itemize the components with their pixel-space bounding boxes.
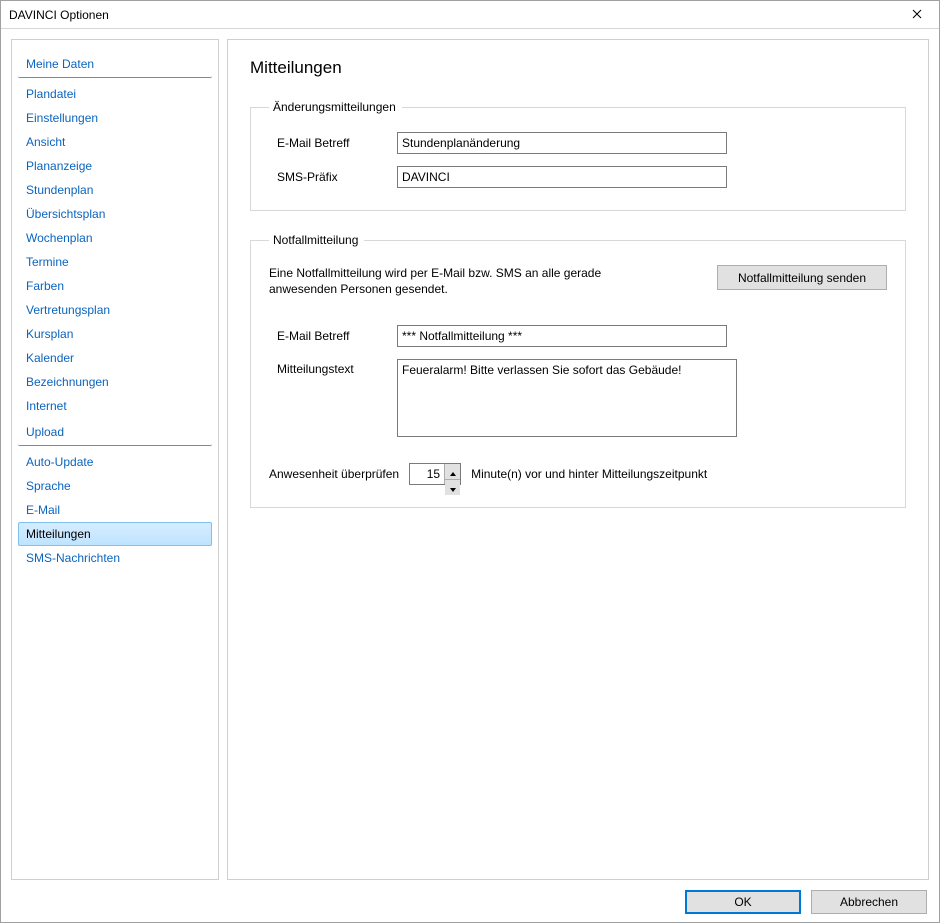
attendance-minutes-input[interactable]	[410, 464, 444, 484]
emergency-notification-group: Notfallmitteilung Eine Notfallmitteilung…	[250, 233, 906, 508]
sidebar-item-sms-nachrichten[interactable]: SMS-Nachrichten	[18, 546, 212, 570]
sidebar-item-auto-update[interactable]: Auto-Update	[18, 450, 212, 474]
sidebar-item-upload[interactable]: Upload	[18, 420, 212, 446]
spinner-up-button[interactable]	[445, 464, 460, 480]
attendance-check-label: Anwesenheit überprüfen	[269, 467, 399, 481]
close-icon	[912, 8, 922, 22]
emergency-message-label: Mitteilungstext	[269, 359, 397, 376]
sidebar-item-wochenplan[interactable]: Wochenplan	[18, 226, 212, 250]
sidebar-item-uebersichtsplan[interactable]: Übersichtsplan	[18, 202, 212, 226]
emergency-note-text: Eine Notfallmitteilung wird per E-Mail b…	[269, 265, 649, 297]
sidebar-item-termine[interactable]: Termine	[18, 250, 212, 274]
sidebar-header-meine-daten: Meine Daten	[18, 52, 212, 78]
titlebar: DAVINCI Optionen	[1, 1, 939, 29]
emergency-notification-legend: Notfallmitteilung	[269, 233, 364, 247]
options-window: DAVINCI Optionen Meine Daten Plandatei E…	[0, 0, 940, 923]
emergency-message-textarea[interactable]	[397, 359, 737, 437]
change-sms-prefix-input[interactable]	[397, 166, 727, 188]
close-button[interactable]	[895, 1, 939, 29]
emergency-email-subject-label: E-Mail Betreff	[269, 329, 397, 343]
sidebar-item-vertretungsplan[interactable]: Vertretungsplan	[18, 298, 212, 322]
spinner-down-button[interactable]	[445, 480, 460, 495]
sidebar-item-bezeichnungen[interactable]: Bezeichnungen	[18, 370, 212, 394]
change-email-subject-label: E-Mail Betreff	[269, 136, 397, 150]
sidebar: Meine Daten Plandatei Einstellungen Ansi…	[11, 39, 219, 880]
sidebar-item-farben[interactable]: Farben	[18, 274, 212, 298]
sidebar-item-internet[interactable]: Internet	[18, 394, 212, 418]
change-sms-prefix-label: SMS-Präfix	[269, 170, 397, 184]
change-email-subject-input[interactable]	[397, 132, 727, 154]
change-notifications-group: Änderungsmitteilungen E-Mail Betreff SMS…	[250, 100, 906, 211]
sidebar-item-plandatei[interactable]: Plandatei	[18, 82, 212, 106]
sidebar-item-plananzeige[interactable]: Plananzeige	[18, 154, 212, 178]
main-area: Meine Daten Plandatei Einstellungen Ansi…	[11, 39, 929, 880]
sidebar-item-einstellungen[interactable]: Einstellungen	[18, 106, 212, 130]
chevron-down-icon	[450, 480, 456, 495]
sidebar-item-mitteilungen[interactable]: Mitteilungen	[18, 522, 212, 546]
attendance-check-suffix: Minute(n) vor und hinter Mitteilungszeit…	[471, 467, 707, 481]
sidebar-item-e-mail[interactable]: E-Mail	[18, 498, 212, 522]
sidebar-item-stundenplan[interactable]: Stundenplan	[18, 178, 212, 202]
chevron-up-icon	[450, 464, 456, 479]
page-title: Mitteilungen	[250, 58, 906, 78]
ok-button[interactable]: OK	[685, 890, 801, 914]
cancel-button[interactable]: Abbrechen	[811, 890, 927, 914]
window-title: DAVINCI Optionen	[9, 8, 109, 22]
attendance-minutes-spinner[interactable]	[409, 463, 461, 485]
client-area: Meine Daten Plandatei Einstellungen Ansi…	[1, 29, 939, 922]
send-emergency-button[interactable]: Notfallmitteilung senden	[717, 265, 887, 290]
content-panel: Mitteilungen Änderungsmitteilungen E-Mai…	[227, 39, 929, 880]
sidebar-item-kursplan[interactable]: Kursplan	[18, 322, 212, 346]
sidebar-item-kalender[interactable]: Kalender	[18, 346, 212, 370]
sidebar-item-ansicht[interactable]: Ansicht	[18, 130, 212, 154]
change-notifications-legend: Änderungsmitteilungen	[269, 100, 402, 114]
emergency-email-subject-input[interactable]	[397, 325, 727, 347]
dialog-button-bar: OK Abbrechen	[11, 880, 929, 914]
spinner-arrows	[444, 464, 460, 484]
sidebar-item-sprache[interactable]: Sprache	[18, 474, 212, 498]
